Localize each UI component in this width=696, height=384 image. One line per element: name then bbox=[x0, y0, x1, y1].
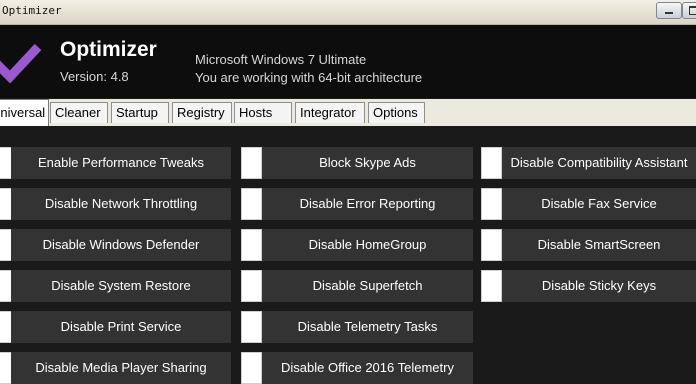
tweaks-panel: Enable Performance Tweaks Disable Networ… bbox=[0, 126, 696, 384]
tweak-toggle[interactable] bbox=[241, 229, 262, 261]
tweak-toggle[interactable] bbox=[481, 270, 502, 302]
os-info: Microsoft Windows 7 Ultimate bbox=[195, 52, 367, 67]
tweak-button[interactable]: Disable System Restore bbox=[11, 270, 231, 302]
tweak-button[interactable]: Disable Error Reporting bbox=[262, 188, 473, 220]
tab-hosts[interactable]: Hosts bbox=[234, 102, 292, 123]
tweak-toggle[interactable] bbox=[481, 147, 502, 179]
app-name: Optimizer bbox=[60, 38, 157, 61]
tweak-toggle[interactable] bbox=[241, 147, 262, 179]
version-label: Version: 4.8 bbox=[60, 69, 129, 84]
tab-universal[interactable]: Universal bbox=[0, 99, 49, 126]
checkmark-logo-icon bbox=[0, 43, 42, 83]
tweak-button[interactable]: Disable Fax Service bbox=[502, 188, 696, 220]
tweak-button[interactable]: Disable Media Player Sharing bbox=[11, 352, 231, 384]
architecture-info: You are working with 64-bit architecture bbox=[195, 70, 423, 85]
tweak-button[interactable]: Disable Office 2016 Telemetry bbox=[262, 352, 473, 384]
tab-registry[interactable]: Registry bbox=[172, 102, 232, 123]
tweak-button[interactable]: Disable SmartScreen bbox=[502, 229, 696, 261]
tweak-toggle[interactable] bbox=[241, 270, 262, 302]
tweak-toggle[interactable] bbox=[481, 188, 502, 220]
tweak-button[interactable]: Disable Print Service bbox=[11, 311, 231, 343]
tweak-toggle[interactable] bbox=[241, 311, 262, 343]
window-title: Optimizer bbox=[2, 4, 62, 17]
tab-startup[interactable]: Startup bbox=[111, 102, 169, 123]
tab-cleaner[interactable]: Cleaner bbox=[50, 102, 108, 123]
tweak-button[interactable]: Disable Network Throttling bbox=[11, 188, 231, 220]
tweak-button[interactable]: Disable Compatibility Assistant bbox=[502, 147, 696, 179]
tab-options[interactable]: Options bbox=[368, 102, 425, 123]
tweak-toggle[interactable] bbox=[481, 229, 502, 261]
tab-integrator[interactable]: Integrator bbox=[295, 102, 365, 123]
tweak-toggle[interactable] bbox=[241, 188, 262, 220]
tab-bar: Universal Cleaner Startup Registry Hosts… bbox=[0, 99, 696, 126]
tweak-button[interactable]: Block Skype Ads bbox=[262, 147, 473, 179]
app-header: Optimizer Version: 4.8 Microsoft Windows… bbox=[0, 25, 696, 98]
tweak-button[interactable]: Disable HomeGroup bbox=[262, 229, 473, 261]
minimize-icon[interactable] bbox=[656, 2, 682, 19]
tweak-button[interactable]: Enable Performance Tweaks bbox=[11, 147, 231, 179]
tweak-toggle[interactable] bbox=[241, 352, 262, 384]
window-titlebar: Optimizer bbox=[0, 0, 696, 25]
tweak-button[interactable]: Disable Sticky Keys bbox=[502, 270, 696, 302]
tweak-button[interactable]: Disable Superfetch bbox=[262, 270, 473, 302]
maximize-icon[interactable] bbox=[682, 2, 696, 19]
tweak-button[interactable]: Disable Telemetry Tasks bbox=[262, 311, 473, 343]
tweak-button[interactable]: Disable Windows Defender bbox=[11, 229, 231, 261]
